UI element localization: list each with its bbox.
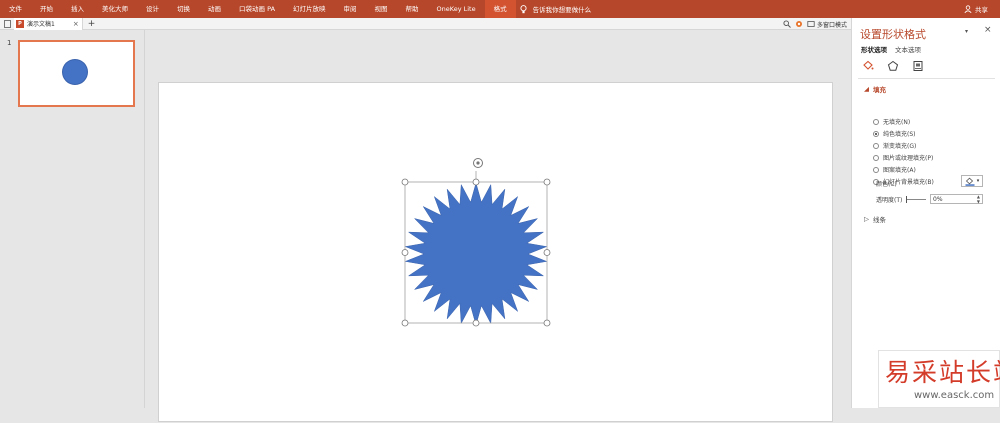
watermark: 易采站长站 www.easck.com bbox=[878, 350, 1000, 408]
resize-handle-7[interactable] bbox=[543, 319, 551, 327]
watermark-url: www.easck.com bbox=[914, 390, 995, 401]
ribbon-tab-8[interactable]: 幻灯片放映 bbox=[284, 0, 335, 18]
transparency-input[interactable]: 0% ▲ ▼ bbox=[930, 194, 983, 204]
ribbon-tab-1[interactable]: 开始 bbox=[31, 0, 62, 18]
tell-me-search[interactable]: 告诉我你想要做什么 bbox=[520, 4, 592, 14]
resize-handle-2[interactable] bbox=[543, 178, 551, 186]
rotate-handle-icon[interactable] bbox=[473, 158, 483, 168]
resize-handle-3[interactable] bbox=[401, 249, 409, 256]
tell-me-label: 告诉我你想要做什么 bbox=[532, 6, 592, 14]
radio-button[interactable] bbox=[873, 130, 879, 137]
ribbon-tab-5[interactable]: 切换 bbox=[168, 0, 199, 18]
lightbulb-icon bbox=[520, 4, 527, 13]
ribbon-tab-4[interactable]: 设计 bbox=[137, 0, 168, 18]
radio-button[interactable] bbox=[873, 142, 879, 149]
paint-bucket-icon bbox=[965, 177, 975, 186]
ribbon-tab-3[interactable]: 美化大师 bbox=[93, 0, 137, 18]
size-properties-icon[interactable] bbox=[912, 60, 924, 72]
fill-option-3[interactable]: 图片或纹理填充(P) bbox=[873, 153, 933, 162]
close-icon[interactable]: × bbox=[984, 25, 992, 35]
resize-handle-4[interactable] bbox=[543, 249, 551, 256]
ribbon-tab-7[interactable]: 口袋动画 PA bbox=[230, 0, 284, 18]
slide-drawing bbox=[401, 158, 551, 327]
tab-shape-options[interactable]: 形状选项 bbox=[861, 44, 887, 54]
ribbon-tabs: 文件 开始 插入 美化大师 设计 切换 动画 口袋动画 PA 幻灯片放映 审阅 视图 帮助 OneKey… bbox=[0, 0, 516, 18]
document-tab-label: 演示文稿1 bbox=[27, 21, 55, 28]
fill-option-0[interactable]: 无填充(N) bbox=[873, 117, 910, 126]
color-label: 颜色(C) bbox=[876, 181, 897, 188]
multi-window-button[interactable]: 多窗口模式 bbox=[807, 20, 847, 29]
line-section-header[interactable]: ▷ 线条 bbox=[864, 214, 886, 224]
transparency-slider[interactable] bbox=[906, 196, 927, 203]
fill-option-label: 无填充(N) bbox=[883, 119, 911, 126]
resize-handle-1[interactable] bbox=[472, 178, 480, 186]
fill-header-label: 填充 bbox=[873, 86, 886, 94]
resize-handle-0[interactable] bbox=[401, 178, 409, 186]
window-icon bbox=[807, 21, 815, 27]
spin-arrows-icon[interactable]: ▲ ▼ bbox=[977, 194, 980, 204]
slide-thumbnail-pane: 1 bbox=[0, 30, 145, 408]
fill-option-label: 图案填充(A) bbox=[883, 167, 916, 174]
ribbon-tab-12[interactable]: OneKey Lite bbox=[428, 0, 485, 18]
ribbon-tab-13[interactable]: 格式 bbox=[484, 0, 516, 18]
fill-color-picker[interactable]: ▾ bbox=[961, 175, 983, 187]
collapsed-triangle-icon: ▷ bbox=[864, 215, 869, 223]
ribbon-tab-9[interactable]: 审阅 bbox=[335, 0, 366, 18]
chevron-down-icon: ▾ bbox=[976, 178, 980, 184]
file-icon[interactable] bbox=[4, 20, 11, 28]
pane-tabs: 形状选项 文本选项 bbox=[861, 44, 921, 54]
slide-thumbnail[interactable] bbox=[18, 40, 135, 107]
ribbon-tab-11[interactable]: 帮助 bbox=[397, 0, 428, 18]
transparency-label: 透明度(T) bbox=[876, 197, 903, 204]
resize-handle-5[interactable] bbox=[401, 319, 409, 327]
ribbon-tab-10[interactable]: 视图 bbox=[366, 0, 397, 18]
tab-text-options[interactable]: 文本选项 bbox=[895, 44, 921, 54]
line-header-label: 线条 bbox=[873, 216, 886, 224]
tab-tools: 多窗口模式 bbox=[783, 18, 847, 30]
ribbon-tab-2[interactable]: 插入 bbox=[62, 0, 93, 18]
slide-number: 1 bbox=[7, 39, 12, 47]
pane-title: 设置形状格式 bbox=[860, 28, 926, 41]
fill-option-4[interactable]: 图案填充(A) bbox=[873, 165, 916, 174]
gear-icon[interactable] bbox=[795, 20, 803, 28]
close-tab-icon[interactable]: × bbox=[73, 20, 79, 28]
slide[interactable] bbox=[158, 82, 833, 422]
ribbon-tab-0[interactable]: 文件 bbox=[0, 0, 31, 18]
ribbon-tab-6[interactable]: 动画 bbox=[199, 0, 230, 18]
fill-option-label: 图片或纹理填充(P) bbox=[883, 155, 934, 162]
powerpoint-icon: P bbox=[16, 19, 24, 28]
editing-canvas bbox=[146, 30, 851, 422]
fill-option-label: 渐变填充(G) bbox=[883, 143, 917, 150]
chevron-down-icon[interactable]: ▾ bbox=[965, 28, 968, 35]
document-tab-strip: P 演示文稿1 × + 多窗口模式 bbox=[0, 17, 851, 30]
fill-option-1[interactable]: 纯色填充(S) bbox=[873, 129, 916, 138]
star-burst-shape[interactable] bbox=[404, 182, 548, 326]
resize-handle-6[interactable] bbox=[472, 319, 480, 327]
thumbnail-shape bbox=[63, 60, 87, 84]
pentagon-icon[interactable] bbox=[887, 60, 899, 72]
new-tab-button[interactable]: + bbox=[88, 19, 96, 29]
fill-option-label: 纯色填充(S) bbox=[883, 131, 916, 138]
multi-window-label: 多窗口模式 bbox=[816, 21, 847, 29]
radio-button[interactable] bbox=[873, 118, 879, 125]
share-label: 共享 bbox=[975, 6, 988, 14]
user-icon bbox=[964, 5, 972, 13]
pane-icon-row bbox=[862, 60, 924, 72]
ribbon-bar: 文件 开始 插入 美化大师 设计 切换 动画 口袋动画 PA 幻灯片放映 审阅 视图 帮助 OneKey… bbox=[0, 0, 1000, 18]
pane-divider bbox=[858, 78, 995, 79]
radio-button[interactable] bbox=[873, 154, 879, 161]
watermark-chinese: 易采站长站 bbox=[885, 358, 1000, 387]
transparency-row: 透明度(T) bbox=[876, 195, 927, 204]
radio-button[interactable] bbox=[873, 166, 879, 173]
zoom-icon[interactable] bbox=[783, 20, 791, 28]
share-button[interactable]: 共享 bbox=[964, 0, 988, 18]
fill-section-header[interactable]: ◢ 填充 bbox=[864, 84, 886, 94]
transparency-value: 0% bbox=[933, 196, 943, 203]
fill-option-2[interactable]: 渐变填充(G) bbox=[873, 141, 916, 150]
fill-bucket-icon[interactable] bbox=[862, 60, 874, 72]
expanded-triangle-icon: ◢ bbox=[864, 85, 869, 93]
document-tab[interactable]: P 演示文稿1 × bbox=[14, 17, 83, 30]
